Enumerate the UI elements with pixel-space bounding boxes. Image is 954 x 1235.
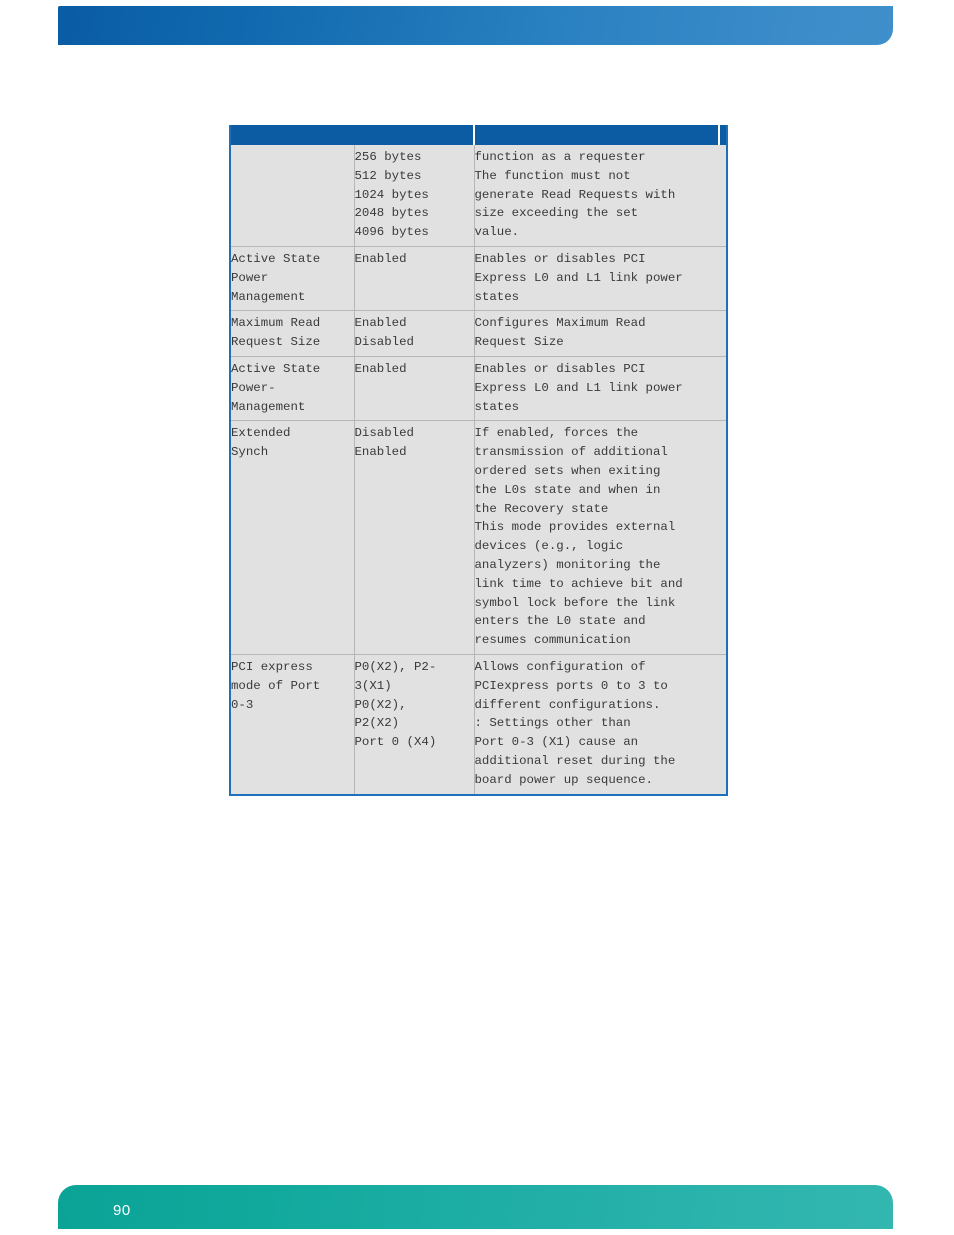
page-footer-band: 90 (58, 1185, 893, 1229)
setting-options: 256 bytes 512 bytes 1024 bytes 2048 byte… (354, 145, 475, 247)
setting-options: P0(X2), P2- 3(X1) P0(X2), P2(X2) Port 0 … (354, 653, 475, 795)
setting-name: Active State Power- Management (230, 355, 355, 421)
column-header-options (354, 125, 475, 145)
setting-name: Maximum Read Request Size (230, 310, 355, 357)
table-header-row (230, 125, 727, 145)
column-header-description (474, 125, 727, 145)
setting-description: Enables or disables PCI Express L0 and L… (474, 245, 727, 311)
page-header-band (58, 6, 893, 45)
column-header-setting (230, 125, 354, 145)
setting-name: Active State Power Management (230, 245, 355, 311)
setting-options: Enabled (354, 245, 475, 311)
setting-options: Enabled Disabled (354, 310, 475, 357)
setting-description: Enables or disables PCI Express L0 and L… (474, 355, 727, 421)
table-row: Active State Power- Management Enabled E… (230, 355, 727, 421)
setting-description: function as a requester The function mus… (474, 145, 727, 247)
table-row: 256 bytes 512 bytes 1024 bytes 2048 byte… (230, 145, 727, 247)
table-row: Active State Power Management Enabled En… (230, 245, 727, 311)
table-row: Extended Synch Disabled Enabled If enabl… (230, 420, 727, 655)
pcie-settings-table: 256 bytes 512 bytes 1024 bytes 2048 byte… (229, 125, 728, 796)
setting-name: Extended Synch (230, 420, 355, 655)
table-header (230, 125, 727, 145)
setting-name: PCI express mode of Port 0-3 (230, 653, 355, 795)
setting-description: Configures Maximum Read Request Size (474, 310, 727, 357)
setting-description: Allows configuration of PCIexpress ports… (474, 653, 727, 795)
table-body: 256 bytes 512 bytes 1024 bytes 2048 byte… (230, 145, 727, 795)
setting-options: Enabled (354, 355, 475, 421)
setting-description: If enabled, forces the transmission of a… (474, 420, 727, 655)
setting-name (230, 145, 355, 247)
table-row: Maximum Read Request Size Enabled Disabl… (230, 310, 727, 357)
setting-options: Disabled Enabled (354, 420, 475, 655)
table-row: PCI express mode of Port 0-3 P0(X2), P2-… (230, 653, 727, 795)
page-number: 90 (113, 1202, 131, 1219)
